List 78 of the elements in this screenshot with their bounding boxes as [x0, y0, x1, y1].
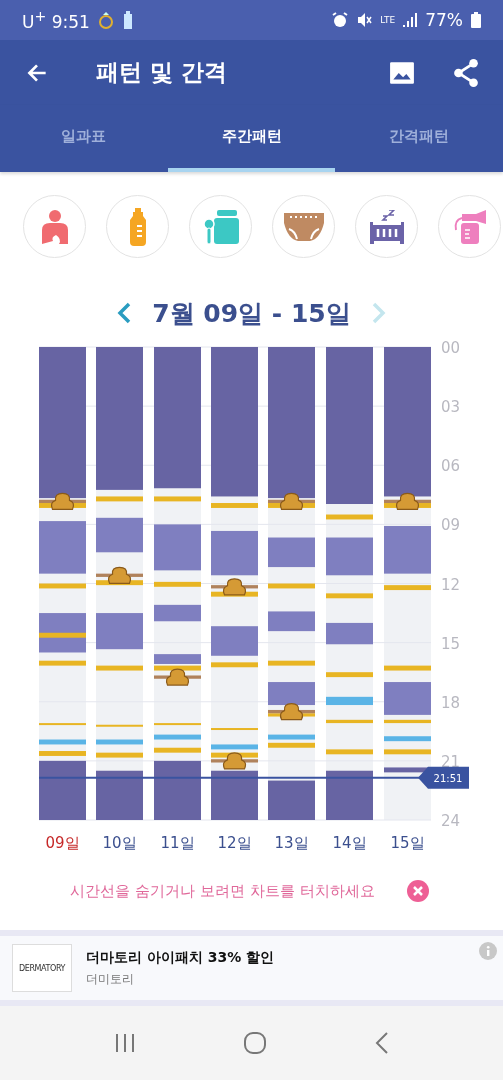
- sleep-bar: [96, 770, 143, 820]
- nap-bar: [384, 682, 431, 715]
- poop-icon: [279, 703, 304, 721]
- ad-logo: DERMATORY: [12, 944, 72, 992]
- feeding-line: [211, 728, 258, 731]
- nap-bar: [268, 682, 315, 706]
- hour-label: 24: [441, 812, 461, 830]
- poop-icon: [395, 492, 420, 510]
- hour-label: 18: [441, 693, 461, 712]
- image-icon: [389, 59, 415, 86]
- network-label: LTE: [380, 15, 396, 25]
- poop-icon: [50, 492, 75, 510]
- nap-bar: [96, 517, 143, 553]
- poop-icon: [279, 492, 304, 510]
- hint-text: 시간선을 숨기거나 보려면 차트를 터치하세요: [70, 881, 375, 901]
- poop-icon: [222, 752, 247, 770]
- sleep-bar: [326, 770, 373, 820]
- sleep-bar: [211, 770, 258, 820]
- bottle-icon: [121, 11, 134, 29]
- chevron-left-icon: [116, 301, 133, 325]
- close-icon: [406, 880, 429, 902]
- day-label: 12일: [217, 834, 252, 852]
- nap-bar: [39, 521, 86, 574]
- ring-icon: [97, 11, 114, 29]
- hour-label: 09: [441, 516, 461, 535]
- share-icon: [453, 58, 479, 87]
- day-label: 13일: [274, 834, 309, 852]
- signal-icon: [403, 13, 418, 27]
- info-icon[interactable]: [479, 942, 497, 960]
- back-icon: [373, 1031, 390, 1055]
- nap-bar: [154, 654, 201, 664]
- ad-advertiser: 더미토리: [86, 970, 135, 988]
- ad-banner[interactable]: DERMATORY 더마토리 아이패치 33% 할인 더미토리: [0, 930, 503, 1006]
- sleep-bar: [154, 760, 201, 820]
- feeding-line: [96, 724, 143, 727]
- sleep-bar: [268, 780, 315, 820]
- sleep-bar: [39, 760, 86, 820]
- hour-label: 15: [441, 634, 461, 653]
- nap-bar: [268, 611, 315, 632]
- diaper-icon: [283, 212, 324, 241]
- week-range: 7월 09일 - 15일: [152, 297, 351, 330]
- feeding-line: [39, 723, 86, 726]
- crib-icon: [368, 209, 405, 244]
- nap-bar: [326, 537, 373, 576]
- battery-percent: 77%: [425, 10, 463, 30]
- chevron-right-icon: [370, 301, 387, 325]
- nap-bar: [211, 626, 258, 656]
- day-label: 10일: [102, 834, 137, 852]
- hour-label: 06: [441, 457, 461, 476]
- day-label: 14일: [332, 834, 367, 852]
- baby-food-icon: [202, 209, 239, 244]
- nap-bar: [384, 526, 431, 574]
- home-icon: [242, 1031, 267, 1055]
- recent-apps-icon: [113, 1032, 136, 1054]
- nap-bar: [326, 622, 373, 645]
- nap-bar: [211, 530, 258, 576]
- ad-title: 더마토리 아이패치 33% 할인: [86, 948, 275, 967]
- day-label: 09일: [45, 834, 80, 852]
- feeding-line: [154, 723, 201, 726]
- battery-icon: [471, 12, 481, 28]
- tab[interactable]: 주간패턴: [167, 105, 336, 172]
- nap-bar: [154, 524, 201, 571]
- carrier-time: U$^{+}$ 9:51: [22, 8, 90, 32]
- hour-label: 12: [441, 575, 461, 594]
- poop-icon: [165, 668, 190, 686]
- day-label: 11일: [160, 834, 195, 852]
- poop-icon: [107, 566, 132, 584]
- time-label: 21:51: [433, 772, 463, 784]
- nap-bar: [268, 537, 315, 568]
- alarm-icon: [332, 12, 349, 28]
- day-label: 15일: [390, 834, 425, 852]
- mute-icon: [356, 12, 373, 28]
- nap-bar: [96, 613, 143, 650]
- hour-label: 03: [441, 398, 461, 417]
- screen-title: 패턴 및 간격: [96, 58, 227, 87]
- hour-label: 00: [441, 339, 461, 357]
- poop-icon: [222, 578, 247, 596]
- hour-label: 21: [441, 752, 461, 771]
